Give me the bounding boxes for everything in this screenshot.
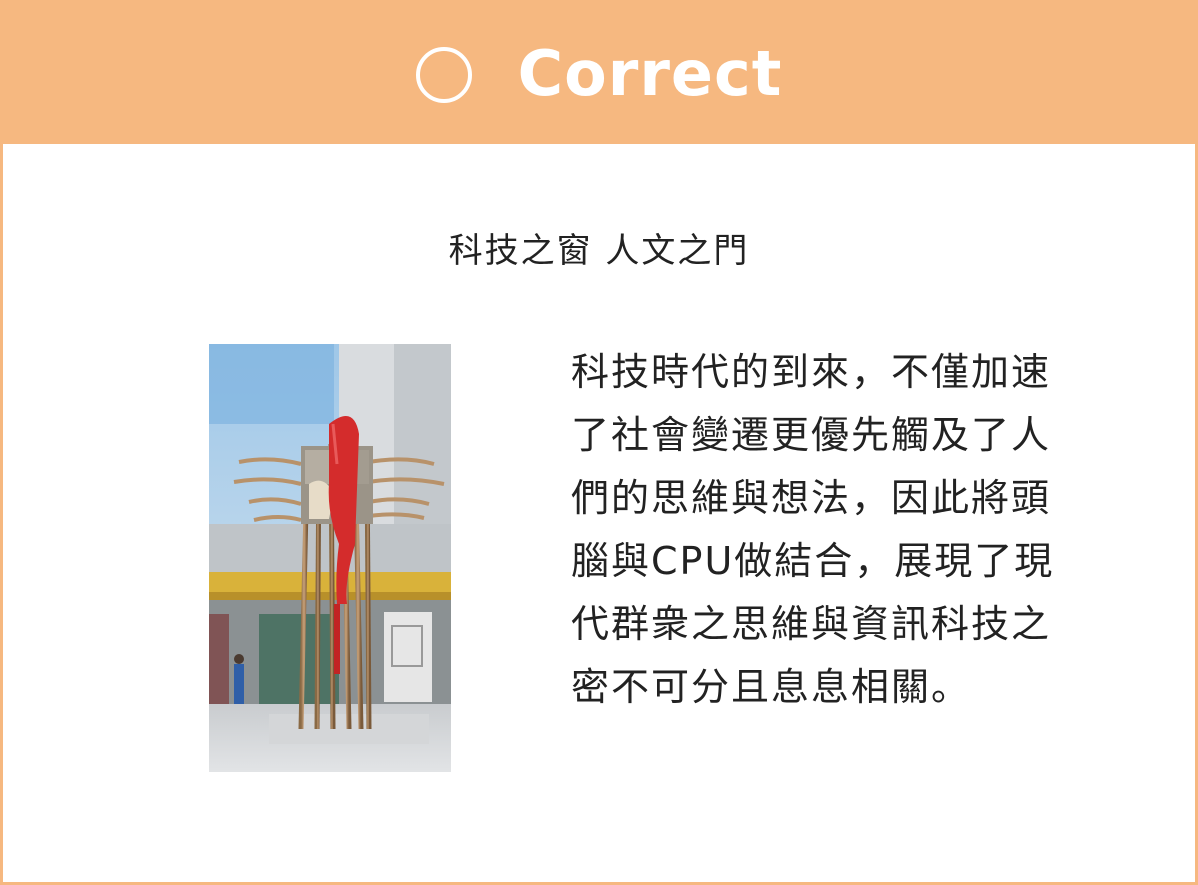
circle-icon [415,46,472,103]
card-description: 科技時代的到來，不僅加速了社會變遷更優先觸及了人們的思維與想法，因此將頭腦與CP… [571,350,1055,709]
sculpture-photo [209,344,451,772]
card-title: 科技之窗 人文之門 [448,231,750,271]
result-card: Correct 科技之窗 人文之門 科技時代的到來，不僅加速了社會變遷更優先觸及… [0,0,1198,885]
result-header: Correct [3,3,1195,144]
result-label: Correct [517,36,783,110]
